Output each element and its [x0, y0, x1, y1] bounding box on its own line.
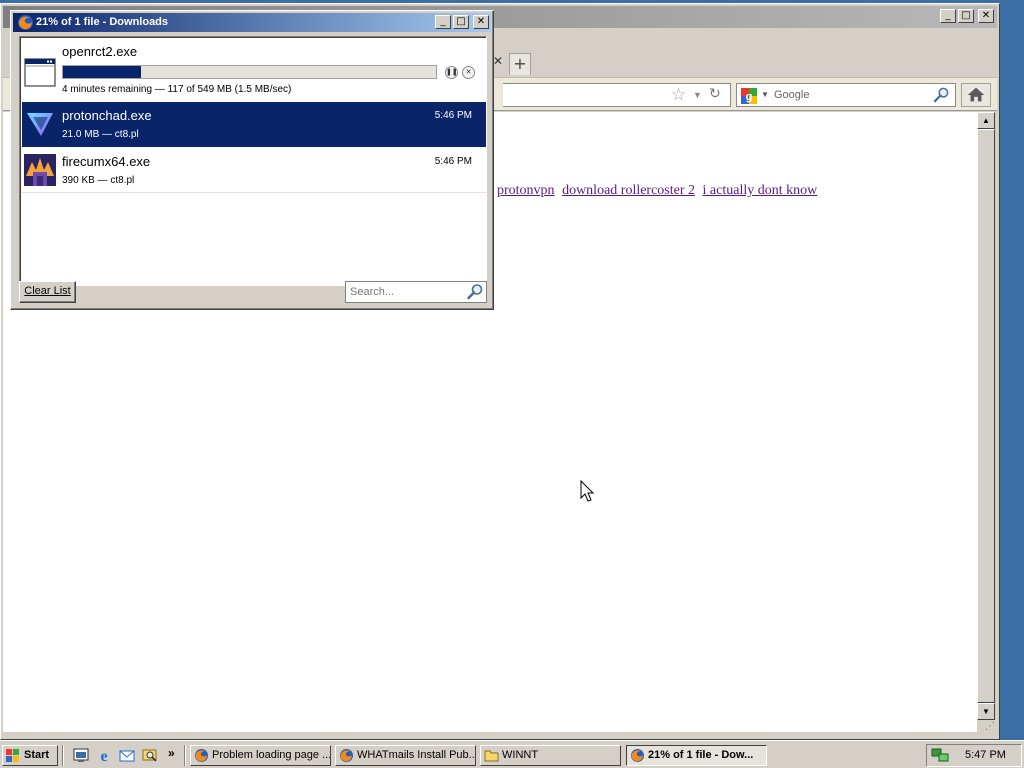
taskbar: Start e » Problem loading page ... WHATm…	[0, 740, 1024, 768]
firefox-icon	[340, 749, 353, 762]
download-time: 5:46 PM	[434, 110, 472, 121]
google-engine-icon[interactable]: g	[741, 88, 757, 104]
bookmark-star-icon[interactable]: ☆	[671, 86, 686, 104]
start-label: Start	[24, 749, 50, 761]
download-status: 21.0 MB — ct8.pl	[62, 129, 139, 140]
taskbar-separator	[184, 745, 186, 766]
reload-icon[interactable]: ↻	[709, 86, 721, 102]
downloads-list: openrct2.exe ❚❚ ✕ 4 minutes remaining — …	[19, 36, 487, 286]
page-link[interactable]: download rollercoster 2	[562, 183, 695, 198]
firefox-icon	[18, 15, 33, 30]
quick-launch-more-icon[interactable]: »	[168, 746, 175, 760]
download-filename: firecumx64.exe	[62, 154, 151, 169]
home-icon	[967, 87, 985, 102]
outlook-express-icon[interactable]	[119, 747, 135, 763]
download-item-openrct2[interactable]: openrct2.exe ❚❚ ✕ 4 minutes remaining — …	[22, 39, 486, 99]
task-label: WHATmails Install Pub...	[357, 749, 476, 761]
maximize-button[interactable]: □	[958, 9, 974, 23]
task-button-winnt[interactable]: WINNT	[480, 745, 621, 766]
tab-close-icon[interactable]: ✕	[493, 54, 505, 72]
downloads-titlebar[interactable]: 21% of 1 file - Downloads _ □ ✕	[13, 13, 491, 32]
minimize-button[interactable]: _	[940, 9, 956, 23]
firefox-icon	[195, 749, 208, 762]
downloads-window-controls: _ □ ✕	[435, 15, 489, 29]
download-progress-fill	[63, 66, 142, 78]
close-button[interactable]: ✕	[978, 9, 994, 23]
browser-window-controls: _ □ ✕	[940, 9, 994, 23]
url-history-dropdown-icon[interactable]: ▼	[693, 90, 702, 100]
page-link[interactable]: i actually dont know	[703, 183, 818, 198]
download-progress-bar	[62, 65, 437, 79]
scroll-thumb[interactable]	[977, 129, 995, 703]
downloads-window-title: 21% of 1 file - Downloads	[36, 16, 169, 28]
download-status: 4 minutes remaining — 117 of 549 MB (1.5…	[62, 84, 292, 95]
new-tab-button[interactable]: +	[509, 53, 531, 75]
download-item-protonchad[interactable]: protonchad.exe 5:46 PM 21.0 MB — ct8.pl	[22, 102, 486, 147]
clock[interactable]: 5:47 PM	[965, 749, 1006, 761]
search-folder-icon[interactable]	[142, 747, 158, 763]
task-label: 21% of 1 file - Dow...	[648, 749, 754, 761]
internet-explorer-icon[interactable]: e	[96, 747, 112, 763]
download-status: 390 KB — ct8.pl	[62, 175, 135, 186]
home-button[interactable]	[961, 83, 991, 107]
task-button-whatmails[interactable]: WHATmails Install Pub...	[335, 745, 476, 766]
windows-logo-icon	[6, 749, 19, 762]
taskbar-separator	[62, 745, 64, 766]
start-button[interactable]: Start	[2, 745, 58, 766]
network-icon[interactable]	[931, 747, 949, 763]
svg-text:g: g	[746, 91, 753, 103]
page-link[interactable]: protonvpn	[497, 183, 555, 198]
task-label: Problem loading page ...	[212, 749, 331, 761]
scroll-down-button[interactable]: ▼	[977, 703, 995, 720]
downloads-window: 21% of 1 file - Downloads _ □ ✕ openrct2…	[10, 10, 494, 310]
exe-file-icon	[24, 58, 56, 87]
maximize-button[interactable]: □	[453, 15, 469, 29]
minimize-button[interactable]: _	[435, 15, 451, 29]
resize-grip-icon[interactable]: ⋰	[979, 721, 995, 735]
clear-list-button[interactable]: Clear List	[19, 281, 76, 303]
downloads-search-box[interactable]	[345, 281, 487, 303]
task-button-downloads[interactable]: 21% of 1 file - Dow...	[626, 745, 767, 766]
pause-button[interactable]: ❚❚	[445, 66, 458, 79]
search-bar-engine-label: Google	[774, 89, 810, 101]
engine-dropdown-icon[interactable]: ▼	[761, 90, 769, 99]
folder-icon	[484, 750, 499, 762]
firefox-icon	[631, 749, 644, 762]
protonvpn-app-icon	[27, 113, 53, 136]
close-button[interactable]: ✕	[473, 15, 489, 29]
mouse-cursor-icon	[580, 480, 595, 502]
task-button-firefox-error[interactable]: Problem loading page ...	[190, 745, 331, 766]
search-go-icon[interactable]	[933, 87, 950, 104]
system-tray: 5:47 PM	[926, 744, 1022, 767]
svg-text:e: e	[100, 748, 107, 763]
cancel-button[interactable]: ✕	[462, 66, 475, 79]
page-link-row: protonvpn download rollercoster 2 i actu…	[497, 183, 821, 199]
search-icon[interactable]	[466, 283, 484, 301]
task-label: WINNT	[502, 749, 539, 761]
download-item-firecumx64[interactable]: firecumx64.exe 5:46 PM 390 KB — ct8.pl	[22, 148, 486, 193]
download-time: 5:46 PM	[434, 156, 472, 167]
vertical-scrollbar[interactable]: ▲ ▼	[977, 112, 995, 720]
app-file-icon	[24, 154, 56, 186]
download-filename: protonchad.exe	[62, 108, 152, 123]
download-filename: openrct2.exe	[62, 44, 138, 59]
downloads-search-input[interactable]	[350, 285, 462, 299]
search-bar[interactable]: g ▼ Google	[736, 83, 956, 107]
scroll-up-button[interactable]: ▲	[977, 112, 995, 129]
show-desktop-icon[interactable]	[73, 747, 89, 763]
